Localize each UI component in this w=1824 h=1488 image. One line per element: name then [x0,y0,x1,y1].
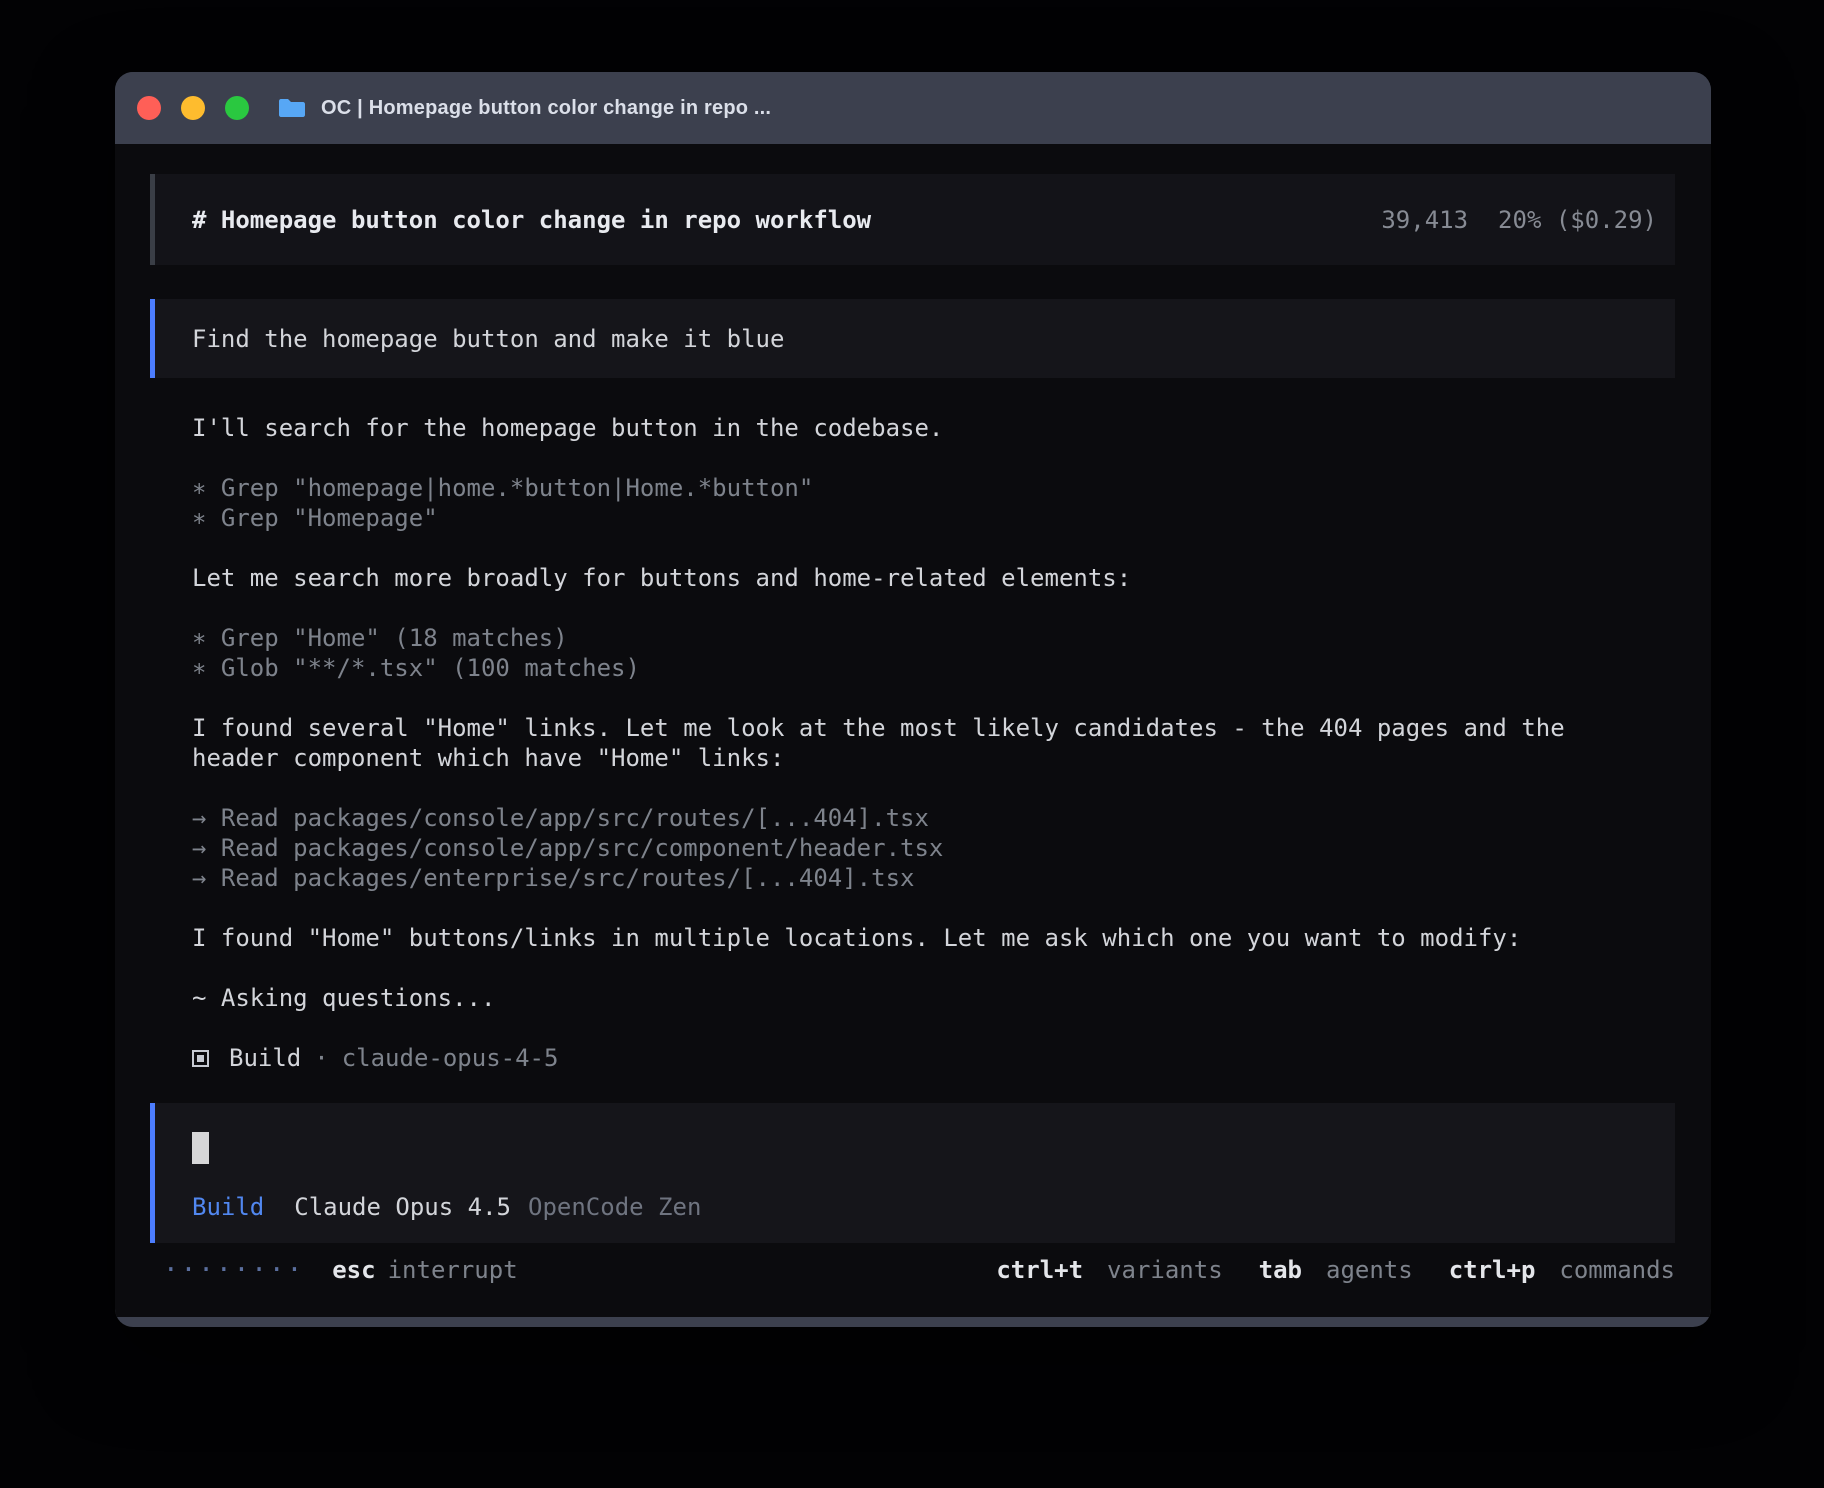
input-model-label[interactable]: Claude Opus 4.5 [294,1192,511,1222]
esc-key-label: interrupt [388,1256,518,1284]
text-cursor [192,1132,209,1164]
terminal-content: # Homepage button color change in repo w… [115,144,1711,1317]
agent-model: claude-opus-4-5 [342,1043,559,1073]
titlebar[interactable]: OC | Homepage button color change in rep… [115,72,1711,144]
square-dot-icon [192,1050,209,1067]
status-left: ········ esc interrupt [163,1255,518,1285]
file-read: → Read packages/enterprise/src/routes/[.… [192,863,1625,893]
traffic-lights [137,96,249,120]
close-button[interactable] [137,96,161,120]
user-message: Find the homepage button and make it blu… [150,299,1675,378]
context-usage: 20% ($0.29) [1498,206,1657,234]
window-title: OC | Homepage button color change in rep… [321,97,771,120]
agent-status-row: Build · claude-opus-4-5 [192,1043,1625,1073]
esc-key-hint: esc [332,1256,375,1284]
shortcut-commands: ctrl+p commands [1449,1256,1675,1284]
agent-name: Build [229,1043,301,1073]
assistant-text: I'll search for the homepage button in t… [192,413,1625,443]
input-agent-label[interactable]: Build [192,1192,264,1222]
assistant-text: I found several "Home" links. Let me loo… [192,713,1625,773]
tool-call: ∗ Grep "Home" (18 matches) [192,623,1625,653]
token-count: 39,413 [1381,206,1468,234]
prompt-input[interactable]: Build Claude Opus 4.5 OpenCode Zen [150,1103,1675,1243]
session-title: # Homepage button color change in repo w… [192,206,871,234]
model-line: Build Claude Opus 4.5 OpenCode Zen [192,1192,1633,1222]
transcript: I'll search for the homepage button in t… [192,413,1625,1073]
shortcut-agents: tab agents [1259,1256,1413,1284]
file-read: → Read packages/console/app/src/componen… [192,833,1625,863]
working-status: ~ Asking questions... [192,983,1625,1013]
status-right: ctrl+t variants tab agents ctrl+p comman… [996,1256,1675,1284]
session-header: # Homepage button color change in repo w… [150,174,1675,265]
assistant-text: I found "Home" buttons/links in multiple… [192,923,1625,953]
file-read: → Read packages/console/app/src/routes/[… [192,803,1625,833]
shortcut-variants: ctrl+t variants [996,1256,1222,1284]
tool-call: ∗ Grep "Homepage" [192,503,1625,533]
spinner-dots: ········ [163,1255,304,1285]
tool-call: ∗ Grep "homepage|home.*button|Home.*butt… [192,473,1625,503]
session-stats: 39,413 20% ($0.29) [1381,206,1657,234]
user-message-text: Find the homepage button and make it blu… [192,325,784,353]
status-bar: ········ esc interrupt ctrl+t variants t… [163,1255,1675,1285]
zoom-button[interactable] [225,96,249,120]
terminal-window: OC | Homepage button color change in rep… [115,72,1711,1327]
folder-icon [277,96,307,120]
input-provider-label: OpenCode Zen [528,1192,701,1222]
assistant-text: Let me search more broadly for buttons a… [192,563,1625,593]
tool-call: ∗ Glob "**/*.tsx" (100 matches) [192,653,1625,683]
separator-dot: · [314,1043,328,1073]
minimize-button[interactable] [181,96,205,120]
